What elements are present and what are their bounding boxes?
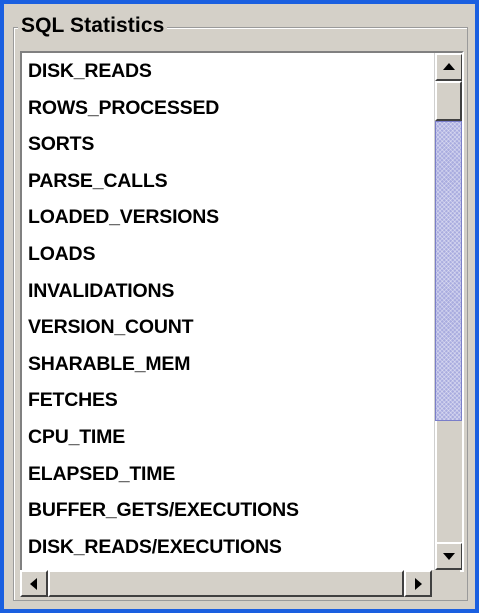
list-item[interactable]: DISK_READS: [22, 53, 433, 90]
scroll-left-button[interactable]: [20, 570, 48, 597]
group-title: SQL Statistics: [18, 13, 168, 39]
scroll-track-lower[interactable]: [435, 421, 462, 542]
scroll-up-button[interactable]: [435, 53, 462, 81]
arrow-down-icon: [443, 553, 455, 560]
list-item[interactable]: SHARABLE_MEM: [22, 346, 433, 383]
arrow-left-icon: [30, 577, 37, 590]
list-item[interactable]: LOADED_VERSIONS: [22, 199, 433, 236]
scroll-right-button[interactable]: [404, 570, 432, 597]
list-item[interactable]: LOADS: [22, 236, 433, 273]
list-item[interactable]: ROWS_PROCESSED: [22, 90, 433, 127]
vertical-scrollbar[interactable]: [434, 53, 462, 570]
list-item[interactable]: FETCHES: [22, 382, 433, 419]
list-item[interactable]: ELAPSED_TIME: [22, 456, 433, 493]
list-item[interactable]: VERSION_COUNT: [22, 309, 433, 346]
arrow-up-icon: [443, 63, 455, 70]
list-item[interactable]: INVALIDATIONS: [22, 273, 433, 310]
arrow-right-icon: [415, 577, 422, 590]
horizontal-scrollbar[interactable]: [20, 570, 432, 597]
list-item[interactable]: PARSE_CALLS: [22, 163, 433, 200]
scrollbar-corner: [432, 570, 460, 597]
list-items: DISK_READS ROWS_PROCESSED SORTS PARSE_CA…: [22, 53, 433, 570]
list-item[interactable]: CPU_TIME: [22, 419, 433, 456]
window-frame: SQL Statistics DISK_READS ROWS_PROCESSED…: [0, 0, 479, 613]
horizontal-scroll-thumb[interactable]: [48, 570, 404, 597]
scroll-down-button[interactable]: [435, 542, 462, 570]
list-item[interactable]: BUFFER_GETS/EXECUTIONS: [22, 492, 433, 529]
list-item[interactable]: SORTS: [22, 126, 433, 163]
list-item[interactable]: DISK_READS/EXECUTIONS: [22, 529, 433, 566]
sql-statistics-list[interactable]: DISK_READS ROWS_PROCESSED SORTS PARSE_CA…: [20, 51, 464, 572]
scroll-track-upper[interactable]: [435, 81, 462, 121]
vertical-scroll-thumb[interactable]: [435, 121, 462, 421]
